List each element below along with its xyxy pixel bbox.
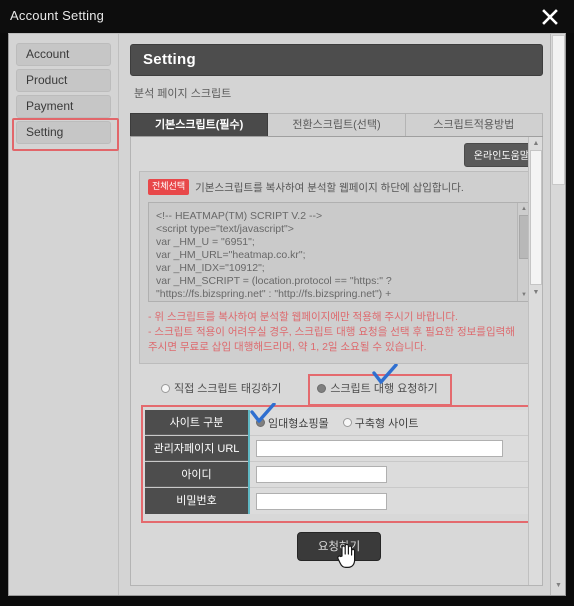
form-label-userid: 아이디 [145,462,248,487]
form-label-password: 비밀번호 [145,488,248,514]
form-row-userid: 아이디 [145,462,535,488]
sidebar-item-product[interactable]: Product [16,69,111,92]
form-row-admin-url: 관리자페이지 URL [145,436,535,462]
script-card: 전체선택 기본스크립트를 복사하여 분석할 웹페이지 하단에 삽입합니다. <!… [139,171,539,364]
panel-scroll-down-icon[interactable]: ▼ [530,287,542,299]
sidebar-item-account[interactable]: Account [16,43,111,66]
page-subtitle: 분석 페이지 스크립트 [134,88,232,100]
sidebar: Account Product Payment Setting [9,34,119,595]
tab-panel-inner: 온라인도움말 전체선택 기본스크립트를 복사하여 분석할 웹페이지 하단에 삽입… [131,137,542,585]
radio-direct-tagging-dot[interactable] [161,383,170,393]
notice-line-1: - 위 스크립트를 복사하여 분석할 웹페이지에만 적용해 주시기 바랍니다. [148,311,458,323]
radio-rental-mall-label: 임대형쇼핑몰 [268,417,329,430]
sidebar-item-setting[interactable]: Setting [12,118,119,151]
select-all-row: 전체선택 기본스크립트를 복사하여 분석할 웹페이지 하단에 삽입합니다. [148,179,530,195]
radio-rental-mall-dot[interactable] [256,418,265,427]
tab-panel: 온라인도움말 전체선택 기본스크립트를 복사하여 분석할 웹페이지 하단에 삽입… [130,137,543,586]
form-label-site-type: 사이트 구분 [145,410,248,435]
content-panel: Setting 분석 페이지 스크립트 기본스크립트(필수) 전환스크립트(선택… [120,34,552,595]
close-icon[interactable] [538,5,562,29]
notice-line-2: - 스크립트 적용이 어려우실 경우, 스크립트 대행 요청을 선택 후 필요한… [148,326,515,338]
agency-request-form: 사이트 구분 임대형쇼핑몰 구축형 사이트 관리자페이지 URL 아이디 비밀번… [141,405,542,523]
tab-bar: 기본스크립트(필수) 전환스크립트(선택) 스크립트적용방법 [130,113,543,137]
panel-scroll-up-icon[interactable]: ▲ [530,138,542,150]
window-scroll-down-icon[interactable]: ▼ [553,580,564,591]
window-titlebar: Account Setting [0,0,574,33]
script-code-text: <!-- HEATMAP(TM) SCRIPT V.2 --> <script … [156,210,392,300]
select-all-description: 기본스크립트를 복사하여 분석할 웹페이지 하단에 삽입합니다. [195,181,464,194]
panel-scroll-thumb[interactable] [530,150,542,285]
radio-custom-site-dot[interactable] [342,418,352,427]
form-value-admin-url [248,436,535,461]
window-scroll-thumb[interactable] [552,35,565,185]
radio-direct-tagging-label: 직접 스크립트 태깅하기 [174,383,282,395]
notice-block: - 위 스크립트를 복사하여 분석할 웹페이지에만 적용해 주시기 바랍니다. … [148,310,530,355]
radio-request-agency-dot[interactable] [317,383,327,393]
submit-request-button[interactable]: 요청하기 [296,532,382,561]
form-value-site-type: 임대형쇼핑몰 구축형 사이트 [248,410,535,435]
radio-custom-site-label: 구축형 사이트 [354,417,419,430]
form-value-userid [248,462,535,487]
form-label-admin-url: 관리자페이지 URL [145,436,248,461]
tab-basic-script[interactable]: 기본스크립트(필수) [130,113,269,136]
userid-input[interactable] [256,466,387,483]
radio-request-agency-label: 스크립트 대행 요청하기 [330,383,438,395]
admin-url-input[interactable] [256,440,503,457]
window-title: Account Setting [10,8,105,23]
form-accent-bar [248,410,250,514]
form-row-site-type: 사이트 구분 임대형쇼핑몰 구축형 사이트 [145,410,535,436]
radio-request-agency[interactable]: 스크립트 대행 요청하기 [308,374,452,406]
help-button-row: 온라인도움말 [139,143,539,167]
notice-line-3: 주시면 무료로 삽입 대행해드리며, 약 1, 2일 소요될 수 있습니다. [148,341,427,353]
radio-rental-mall[interactable]: 임대형쇼핑몰 [256,415,329,431]
window-scrollbar[interactable]: ▼ [550,34,565,595]
password-input[interactable] [256,492,387,510]
application-window: Account Product Payment Setting Setting … [8,33,566,596]
form-row-password: 비밀번호 [145,488,535,514]
tab-how-to-apply[interactable]: 스크립트적용방법 [405,113,543,136]
select-all-badge[interactable]: 전체선택 [148,179,190,195]
submit-row: 요청하기 [139,532,539,568]
script-mode-radio-group: 직접 스크립트 태깅하기 스크립트 대행 요청하기 [139,374,539,406]
sidebar-item-payment[interactable]: Payment [16,95,111,118]
radio-direct-tagging[interactable]: 직접 스크립트 태깅하기 [161,380,281,396]
script-code-box[interactable]: <!-- HEATMAP(TM) SCRIPT V.2 --> <script … [148,202,530,302]
radio-custom-site[interactable]: 구축형 사이트 [342,415,419,431]
tab-conversion-script[interactable]: 전환스크립트(선택) [268,113,406,136]
form-value-password [248,488,535,514]
app-root: Account Setting Account Product Payment … [0,0,574,606]
tab-panel-scrollbar[interactable]: ▲ ▼ [528,137,542,585]
page-title: Setting [130,44,543,76]
